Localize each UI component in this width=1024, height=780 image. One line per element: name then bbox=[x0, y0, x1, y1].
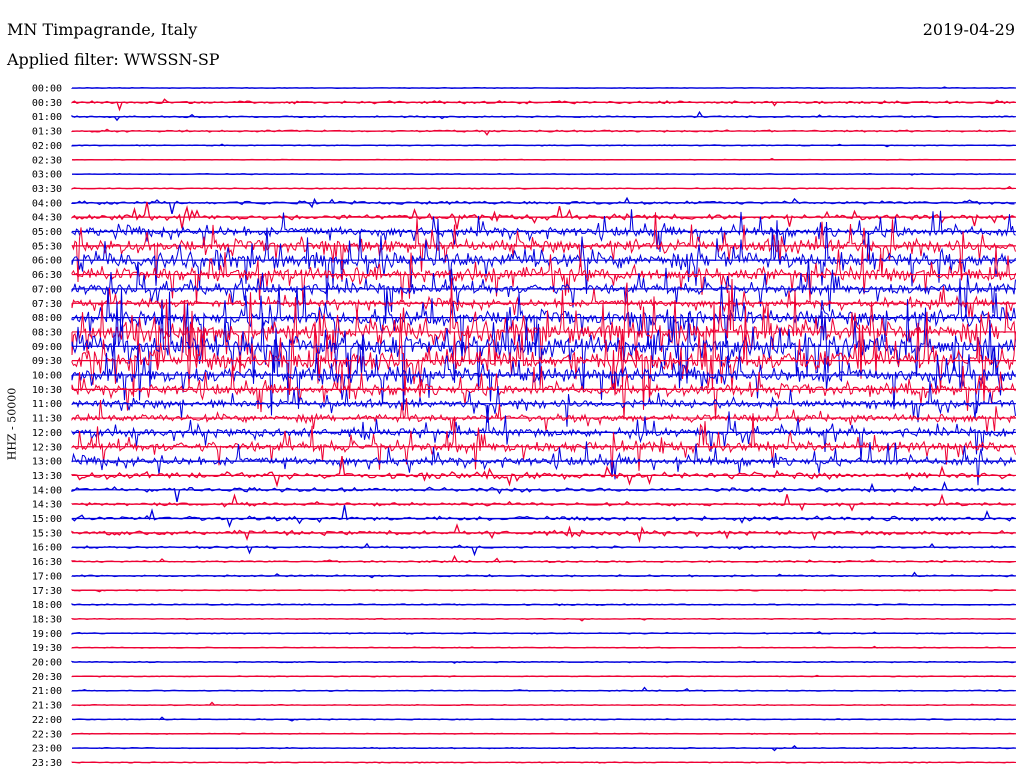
time-tick-label: 16:30 bbox=[32, 557, 62, 568]
time-tick-label: 03:00 bbox=[32, 170, 62, 181]
time-tick-label: 10:30 bbox=[32, 385, 62, 396]
trace-line bbox=[71, 504, 1015, 528]
time-tick-label: 01:30 bbox=[32, 127, 62, 138]
time-tick-label: 06:30 bbox=[32, 270, 62, 281]
time-tick-label: 21:30 bbox=[32, 701, 62, 712]
time-tick-label: 04:00 bbox=[32, 198, 62, 209]
time-tick-label: 10:00 bbox=[32, 371, 62, 382]
time-tick-label: 15:30 bbox=[32, 528, 62, 539]
time-tick-label: 02:30 bbox=[32, 155, 62, 166]
time-tick-label: 12:30 bbox=[32, 442, 62, 453]
time-tick-label: 14:00 bbox=[32, 485, 62, 496]
trace-line bbox=[71, 327, 1016, 416]
time-tick-label: 21:00 bbox=[32, 686, 62, 697]
time-tick-label: 00:30 bbox=[32, 98, 62, 109]
time-tick-label: 20:00 bbox=[32, 658, 62, 669]
time-tick-label: 03:30 bbox=[32, 184, 62, 195]
trace-line bbox=[71, 128, 1015, 136]
trace-line bbox=[71, 493, 1015, 512]
time-tick-label: 13:30 bbox=[32, 471, 62, 482]
time-tick-label: 09:00 bbox=[32, 342, 62, 353]
time-tick-label: 01:00 bbox=[32, 112, 62, 123]
time-tick-label: 02:00 bbox=[32, 141, 62, 152]
time-tick-label: 12:00 bbox=[32, 428, 62, 439]
time-tick-label: 11:30 bbox=[32, 414, 62, 425]
trace-line bbox=[71, 278, 1016, 388]
time-tick-label: 04:30 bbox=[32, 213, 62, 224]
trace-line bbox=[71, 542, 1015, 557]
time-tick-label: 17:30 bbox=[32, 586, 62, 597]
helicorder-plot: 00:00 00:30 01:00 01:30 02:00 02:30 03:00 03:30… bbox=[32, 84, 1016, 769]
time-tick-label: 20:30 bbox=[32, 672, 62, 683]
trace-line bbox=[71, 481, 1015, 503]
time-tick-label: 16:00 bbox=[32, 543, 62, 554]
trace-line bbox=[71, 413, 1016, 476]
time-tick-label: 19:00 bbox=[32, 629, 62, 640]
time-tick-label: 06:00 bbox=[32, 256, 62, 267]
trace-line bbox=[71, 571, 1015, 579]
time-tick-label: 17:00 bbox=[32, 571, 62, 582]
time-tick-label: 00:00 bbox=[32, 84, 62, 95]
trace-line bbox=[71, 405, 1016, 462]
time-tick-label: 08:30 bbox=[32, 327, 62, 338]
time-tick-label: 07:00 bbox=[32, 284, 62, 295]
time-tick-label: 23:30 bbox=[32, 758, 62, 769]
trace-line bbox=[71, 196, 1015, 214]
time-tick-label: 13:00 bbox=[32, 457, 62, 468]
time-tick-label: 14:30 bbox=[32, 500, 62, 511]
time-tick-label: 08:00 bbox=[32, 313, 62, 324]
time-tick-label: 05:30 bbox=[32, 241, 62, 252]
time-tick-label: 18:00 bbox=[32, 600, 62, 611]
time-tick-label: 09:30 bbox=[32, 356, 62, 367]
time-tick-label: 22:30 bbox=[32, 729, 62, 740]
time-tick-label: 15:00 bbox=[32, 514, 62, 525]
time-tick-label: 23:00 bbox=[32, 744, 62, 755]
time-tick-label: 07:30 bbox=[32, 299, 62, 310]
trace-line bbox=[71, 98, 1015, 112]
time-tick-label: 11:00 bbox=[32, 399, 62, 410]
time-tick-label: 22:00 bbox=[32, 715, 62, 726]
time-tick-label: 18:30 bbox=[32, 614, 62, 625]
trace-line bbox=[71, 246, 1016, 305]
time-tick-label: 05:00 bbox=[32, 227, 62, 238]
time-tick-label: 19:30 bbox=[32, 643, 62, 654]
